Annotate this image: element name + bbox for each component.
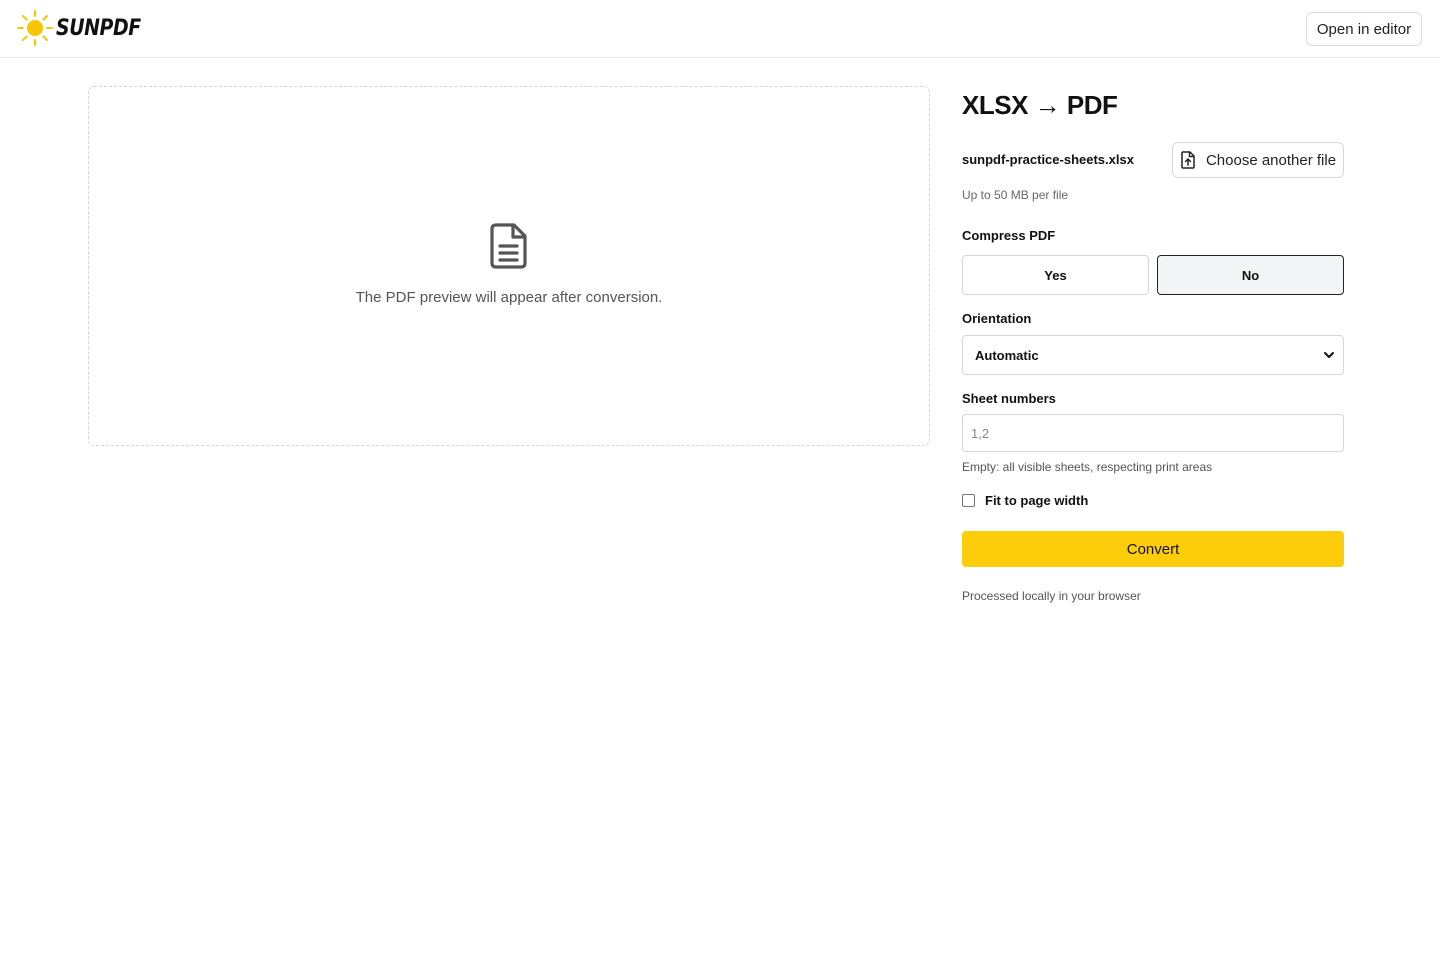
local-processing-note: Processed locally in your browser [962, 589, 1141, 603]
sheet-numbers-label: Sheet numbers [962, 391, 1056, 406]
compress-yes-button[interactable]: Yes [962, 255, 1149, 295]
chevron-down-icon [1324, 352, 1334, 358]
orientation-selected-value: Automatic [975, 347, 1039, 363]
brand-name: SUNPDF [56, 15, 141, 41]
convert-button[interactable]: Convert [962, 531, 1344, 567]
sheet-numbers-input[interactable] [962, 414, 1344, 452]
fit-to-page-width-option[interactable]: Fit to page width [962, 493, 1088, 508]
compress-pdf-label: Compress PDF [962, 228, 1056, 243]
top-bar: SUNPDF Open in editor [0, 0, 1440, 58]
fit-to-page-width-checkbox[interactable] [962, 494, 975, 507]
choose-another-file-label: Choose another file [1205, 151, 1337, 169]
orientation-select[interactable]: Automatic [962, 335, 1344, 375]
document-icon [490, 223, 527, 269]
preview-placeholder-text: The PDF preview will appear after conver… [355, 289, 663, 306]
compress-no-button[interactable]: No [1157, 255, 1344, 295]
pdf-preview-area: The PDF preview will appear after conver… [88, 86, 930, 446]
page-title: XLSX → PDF [962, 90, 1118, 120]
file-upload-icon [1181, 151, 1195, 169]
file-size-hint: Up to 50 MB per file [962, 188, 1069, 202]
fit-to-page-width-label: Fit to page width [985, 493, 1089, 508]
selected-filename: sunpdf-practice-sheets.xlsx [962, 152, 1134, 167]
sheet-numbers-hint: Empty: all visible sheets, respecting pr… [962, 460, 1213, 474]
sun-icon [17, 10, 53, 46]
orientation-label: Orientation [962, 311, 1032, 326]
logo[interactable]: SUNPDF [16, 10, 155, 46]
open-in-editor-button[interactable]: Open in editor [1306, 12, 1422, 46]
choose-another-file-button[interactable]: Choose another file [1172, 142, 1344, 178]
